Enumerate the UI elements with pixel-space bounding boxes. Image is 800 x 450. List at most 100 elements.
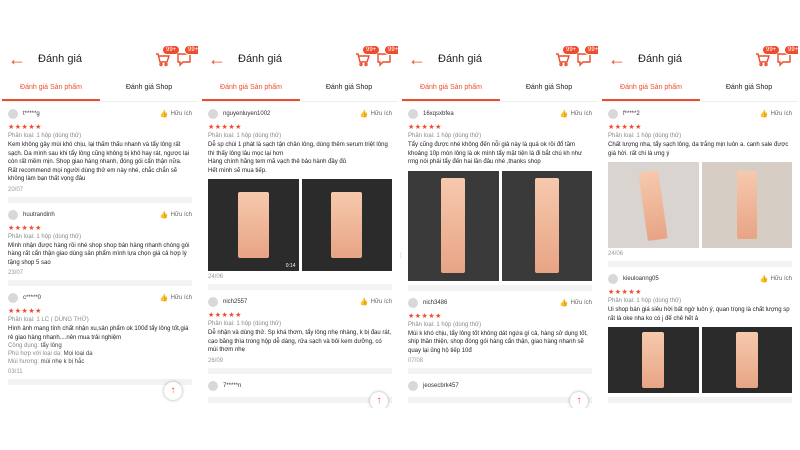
- helpful-button[interactable]: 👍 Hữu ích: [760, 275, 792, 283]
- reviewer-name: nich3486: [423, 299, 448, 306]
- chat-icon[interactable]: 99+: [176, 45, 198, 67]
- review-tabs: Đánh giá Sản phẩm Đánh giá Shop: [402, 76, 598, 102]
- review-screen-3: ← Đánh giá 99+ 99+ Đánh giá Sản phẩm Đán…: [402, 42, 598, 408]
- review-photo[interactable]: [701, 162, 792, 248]
- review-attribute: Phù hợp với loại da: Mọi loại da: [8, 350, 192, 358]
- reviewer-name: t*****g: [23, 111, 40, 117]
- back-arrow-icon[interactable]: ←: [608, 50, 626, 68]
- scroll-to-top-button[interactable]: ↑: [370, 392, 388, 408]
- star-rating: ★★★★★: [608, 124, 642, 131]
- avatar: [8, 293, 18, 303]
- attribute-value: mùi nhẹ k bị hắc: [40, 359, 85, 365]
- helpful-button[interactable]: 👍 Hữu ích: [360, 298, 392, 306]
- review-date: 24/06: [608, 251, 624, 257]
- product-box-image: [237, 191, 269, 259]
- review-photo[interactable]: [608, 327, 699, 393]
- helpful-label: Hữu ích: [170, 211, 192, 218]
- thumbs-up-icon: 👍: [359, 299, 369, 306]
- avatar: [408, 381, 418, 391]
- reviewer-name: jeosecbrk457: [423, 383, 459, 389]
- variant-label: Phân loại: 1 LC ( DÙNG THỬ): [8, 317, 89, 323]
- avatar: [8, 109, 18, 119]
- review-text: Mùi k khó chịu, tẩy lông tốt không dát n…: [408, 330, 588, 354]
- review-text: Chất lượng nha, tẩy sạch lông, da trắng …: [608, 142, 789, 157]
- chat-badge: 99+: [184, 45, 198, 55]
- cart-icon[interactable]: 99+: [554, 45, 581, 67]
- tab-shop-reviews[interactable]: Đánh giá Shop: [300, 76, 398, 101]
- review-date: 20/07: [8, 186, 24, 193]
- review-photo[interactable]: [501, 170, 592, 281]
- chat-icon[interactable]: 99+: [376, 45, 398, 67]
- review-item: 7*****n: [208, 374, 392, 403]
- review-item: nich3486 👍 Hữu ích ★★★★★ Phân loại: 1 hộp …: [408, 291, 592, 374]
- avatar: [208, 380, 218, 391]
- product-tube-image: [441, 178, 465, 273]
- helpful-button[interactable]: 👍 Hữu ích: [160, 110, 192, 118]
- review-text: Hình ảnh mang tính chất nhận xu,sản phẩm…: [8, 326, 189, 341]
- avatar: [608, 274, 618, 284]
- cart-icon[interactable]: 99+: [754, 45, 781, 67]
- review-item: nguyenluyen1002 👍 Hữu ích ★★★★★ Phân loại:…: [208, 102, 392, 290]
- helpful-button[interactable]: 👍 Hữu ích: [160, 211, 192, 219]
- tab-product-reviews[interactable]: Đánh giá Sản phẩm: [602, 76, 700, 101]
- variant-label: Phân loại: 1 hộp (dùng thử): [208, 321, 282, 327]
- star-rating: ★★★★★: [208, 124, 242, 131]
- avatar: [8, 209, 18, 220]
- review-text: Ui shop bán giá siêu hời bất ngờ luôn ý,…: [608, 307, 790, 322]
- helpful-label: Hữu ích: [570, 111, 592, 117]
- review-feed: 16xqsxbfea 👍 Hữu ích ★★★★★ Phân loại: 1 hộ…: [402, 102, 598, 403]
- review-tabs: Đánh giá Sản phẩm Đánh giá Shop: [202, 76, 398, 102]
- tab-shop-reviews[interactable]: Đánh giá Shop: [500, 76, 598, 101]
- review-media: [608, 327, 792, 393]
- star-rating: ★★★★★: [208, 312, 242, 319]
- helpful-button[interactable]: 👍 Hữu ích: [360, 110, 392, 118]
- variant-label: Phân loại: 1 hộp (dùng thử): [408, 133, 482, 139]
- product-tube-image: [638, 169, 668, 241]
- cart-icon[interactable]: 99+: [354, 45, 381, 67]
- star-rating: ★★★★★: [8, 224, 42, 232]
- review-photo[interactable]: [408, 170, 499, 281]
- chat-icon[interactable]: 99+: [776, 45, 798, 67]
- star-rating: ★★★★★: [408, 312, 442, 320]
- review-text: Dễ sp chùi 1 phát là sạch tận chân lông,…: [208, 142, 388, 174]
- review-text: Mình nhận được hàng rồi nhé shop shop bá…: [8, 242, 190, 266]
- review-video-thumbnail[interactable]: 0:14: [208, 179, 299, 271]
- review-photo[interactable]: [301, 179, 392, 271]
- scroll-to-top-button[interactable]: ↑: [164, 382, 182, 400]
- tab-shop-reviews[interactable]: Đánh giá Shop: [100, 76, 198, 101]
- tab-product-reviews[interactable]: Đánh giá Sản phẩm: [2, 76, 100, 101]
- back-arrow-icon[interactable]: ←: [8, 50, 26, 68]
- helpful-button[interactable]: 👍 Hữu ích: [560, 299, 592, 307]
- reviewer-name: 7*****n: [223, 382, 242, 389]
- helpful-label: Hữu ích: [370, 111, 392, 117]
- star-rating: ★★★★★: [8, 308, 42, 315]
- variant-label: Phân loại: 1 hộp (dùng thử): [8, 133, 82, 139]
- review-feed: t*****g 👍 Hữu ích ★★★★★ Phân loại: 1 hộp (…: [2, 102, 198, 385]
- review-media: 0:14: [208, 179, 392, 271]
- review-date: 24/06: [208, 274, 224, 280]
- reviewer-name: 16xqsxbfea: [423, 111, 454, 117]
- review-text: Tẩy cũng được nhé không đến nỗi giả này …: [408, 142, 583, 165]
- avatar: [208, 297, 218, 307]
- avatar: [408, 109, 418, 119]
- header: ← Đánh giá 99+ 99+: [202, 42, 398, 76]
- tab-product-reviews[interactable]: Đánh giá Sản phẩm: [202, 76, 300, 101]
- page-title: Đánh giá: [238, 53, 283, 65]
- thumbs-up-icon: 👍: [559, 299, 569, 307]
- back-arrow-icon[interactable]: ←: [208, 50, 226, 68]
- chat-badge: 99+: [584, 45, 598, 55]
- product-box-image: [331, 191, 363, 259]
- review-item: f*****2 👍 Hữu ích ★★★★★ Phân loại: 1 hộp (…: [608, 102, 792, 267]
- review-photo[interactable]: [701, 327, 792, 393]
- chat-badge: 99+: [384, 45, 398, 55]
- tab-product-reviews[interactable]: Đánh giá Sản phẩm: [402, 76, 500, 101]
- back-arrow-icon[interactable]: ←: [408, 50, 426, 68]
- helpful-button[interactable]: 👍 Hữu ích: [760, 110, 792, 118]
- cart-icon[interactable]: 99+: [154, 45, 181, 67]
- tab-shop-reviews[interactable]: Đánh giá Shop: [700, 76, 798, 101]
- helpful-button[interactable]: 👍 Hữu ích: [160, 294, 192, 302]
- scroll-to-top-button[interactable]: ↑: [570, 392, 588, 408]
- helpful-button[interactable]: 👍 Hữu ích: [560, 110, 592, 118]
- review-photo[interactable]: [608, 162, 699, 248]
- chat-icon[interactable]: 99+: [576, 45, 598, 67]
